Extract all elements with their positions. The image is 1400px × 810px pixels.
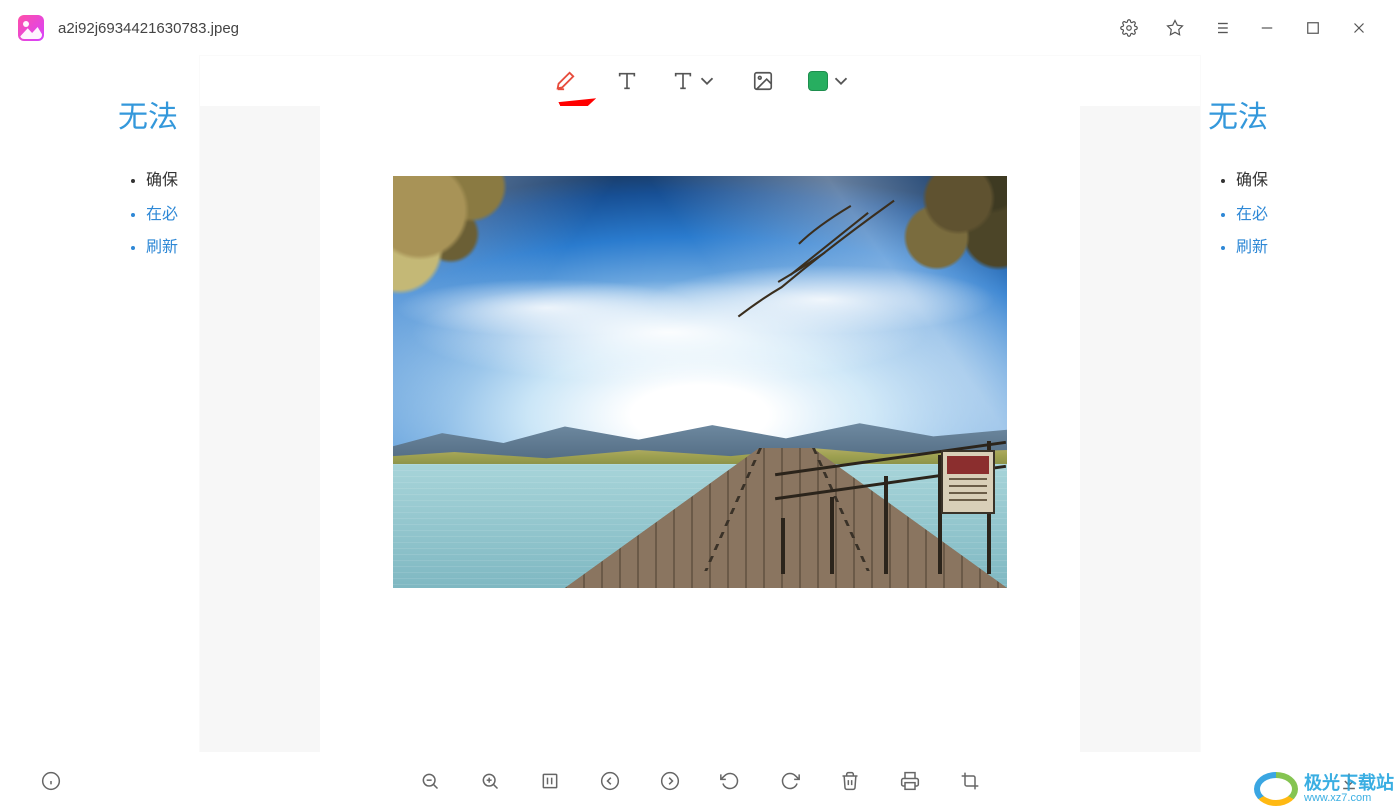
title-bar: a2i92j6934421630783.jpeg — [0, 0, 1400, 56]
canvas-background — [320, 106, 1080, 752]
rotate-right-button[interactable] — [769, 760, 811, 802]
color-picker-button[interactable] — [808, 64, 852, 98]
image-viewer: 笔 — [200, 56, 1200, 752]
settings-button[interactable] — [1106, 8, 1152, 48]
text-tool-button[interactable] — [610, 64, 644, 98]
maximize-button[interactable] — [1290, 8, 1336, 48]
watermark: 极光下载站 www.xz7.com — [1254, 772, 1394, 806]
watermark-en: www.xz7.com — [1304, 793, 1394, 805]
close-button[interactable] — [1336, 8, 1382, 48]
rotate-left-button[interactable] — [709, 760, 751, 802]
content-area: 无法 确保 在必 刷新 无法 确保 在必 刷新 笔 — [0, 56, 1400, 752]
displayed-image[interactable] — [393, 176, 1007, 588]
watermark-cn: 极光下载站 — [1304, 774, 1394, 793]
edit-toolbar: 笔 — [200, 56, 1200, 106]
zoom-out-button[interactable] — [409, 760, 451, 802]
list-button[interactable] — [1198, 8, 1244, 48]
next-button[interactable] — [649, 760, 691, 802]
chevron-down-icon — [830, 70, 852, 92]
window-title: a2i92j6934421630783.jpeg — [58, 20, 239, 37]
crop-button[interactable] — [949, 760, 991, 802]
info-button[interactable] — [30, 760, 72, 802]
zoom-in-button[interactable] — [469, 760, 511, 802]
bg-item: 确保 — [1236, 164, 1400, 198]
delete-button[interactable] — [829, 760, 871, 802]
print-button[interactable] — [889, 760, 931, 802]
actual-size-button[interactable] — [529, 760, 571, 802]
pen-tool-button[interactable]: 笔 — [548, 64, 582, 98]
bg-item-link[interactable]: 在必 — [1236, 198, 1400, 232]
text-style-button[interactable] — [672, 64, 718, 98]
bg-item-link[interactable]: 刷新 — [1236, 231, 1400, 265]
background-page-left: 无法 确保 在必 刷新 — [0, 56, 220, 752]
chevron-down-icon — [696, 70, 718, 92]
bg-heading: 无法 — [1208, 92, 1400, 136]
color-swatch — [808, 71, 828, 91]
bottom-toolbar — [0, 752, 1400, 810]
favorite-button[interactable] — [1152, 8, 1198, 48]
watermark-logo — [1254, 772, 1298, 806]
previous-button[interactable] — [589, 760, 631, 802]
app-icon — [18, 15, 44, 41]
background-page-right: 无法 确保 在必 刷新 — [1180, 56, 1400, 752]
insert-image-button[interactable] — [746, 64, 780, 98]
canvas-area[interactable] — [200, 106, 1200, 752]
minimize-button[interactable] — [1244, 8, 1290, 48]
